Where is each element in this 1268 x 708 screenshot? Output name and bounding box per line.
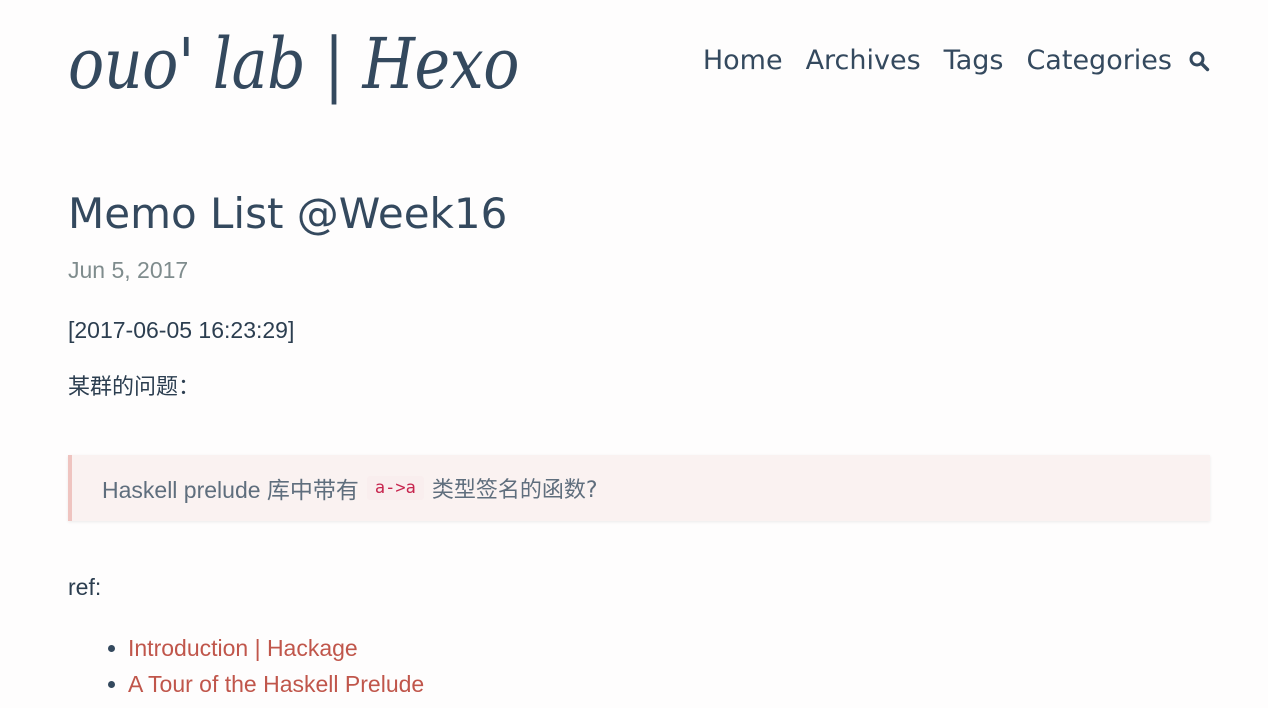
main-nav: Home Archives Tags Categories — [703, 40, 1210, 82]
blockquote-text: Haskell prelude 库中带有 a->a 类型签名的函数? — [102, 471, 598, 505]
blockquote-text-before: Haskell prelude 库中带有 — [102, 477, 359, 503]
bullet — [108, 681, 115, 688]
post-timestamp: [2017-06-05 16:23:29] — [68, 317, 295, 343]
nav-tags[interactable]: Tags — [944, 40, 1004, 82]
list-item: A Tour of the Haskell Prelude — [104, 666, 424, 702]
post-title: Memo List @Week16 — [68, 189, 508, 238]
inline-code: a->a — [366, 476, 424, 500]
blockquote: Haskell prelude 库中带有 a->a 类型签名的函数? — [68, 455, 1210, 521]
ref-link-haskell-prelude-tour[interactable]: A Tour of the Haskell Prelude — [128, 671, 424, 697]
nav-categories[interactable]: Categories — [1026, 40, 1172, 82]
list-item: Introduction | Hackage — [104, 630, 424, 666]
blockquote-text-after: 类型签名的函数? — [431, 478, 598, 503]
site-title[interactable]: ouo' lab | Hexo — [68, 14, 519, 114]
question-intro: 某群的问题： — [68, 375, 201, 400]
ref-link-introduction-hackage[interactable]: Introduction | Hackage — [128, 635, 358, 661]
nav-home[interactable]: Home — [703, 40, 783, 82]
nav-archives[interactable]: Archives — [806, 40, 921, 82]
search-icon[interactable] — [1188, 50, 1210, 72]
ref-list: Introduction | Hackage A Tour of the Has… — [104, 630, 424, 702]
ref-label: ref: — [68, 574, 102, 600]
post-date: Jun 5, 2017 — [68, 257, 189, 283]
bullet — [108, 645, 115, 652]
